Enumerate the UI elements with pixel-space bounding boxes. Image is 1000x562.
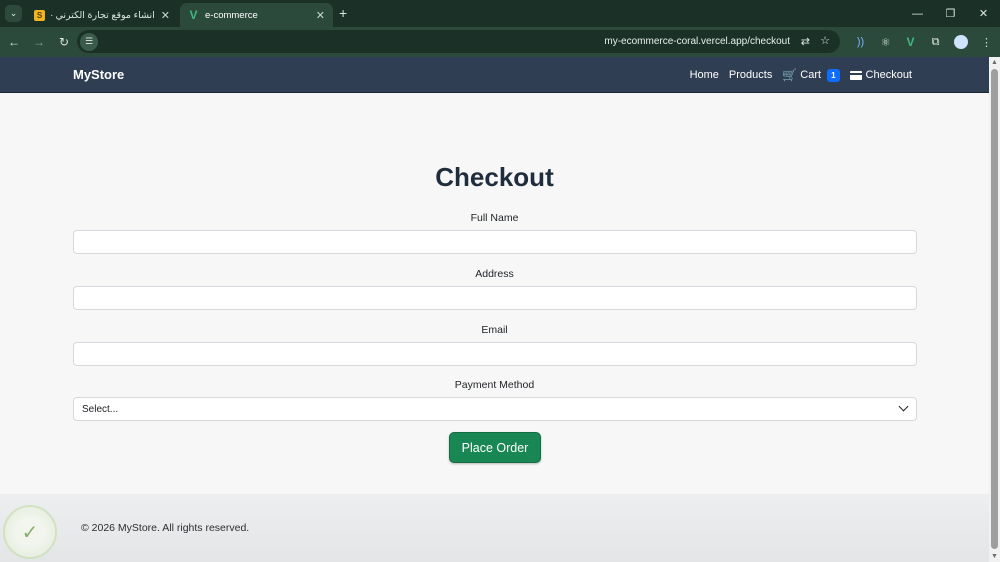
chevron-down-icon: [898, 401, 909, 412]
audio-extension-icon[interactable]: )): [848, 36, 873, 48]
reload-icon[interactable]: ↻: [53, 31, 75, 53]
credit-card-icon: [849, 70, 862, 80]
scroll-down-icon[interactable]: ▼: [991, 553, 998, 560]
nav-link-cart[interactable]: 🛒 Cart 1: [782, 68, 840, 82]
email-input[interactable]: [73, 342, 917, 366]
browser-tab-strip: ⌄ S انشاء موقع تجارة الكترني - حمسا ✕ V …: [0, 0, 1000, 27]
address-bar[interactable]: ☰ my-ecommerce-coral.vercel.app/checkout…: [77, 30, 840, 53]
payment-method-select[interactable]: Select...: [73, 397, 917, 421]
scroll-up-icon[interactable]: ▲: [991, 59, 998, 66]
page-title: Checkout: [435, 162, 554, 192]
restore-icon[interactable]: ❐: [934, 0, 967, 27]
tab-title: انشاء موقع تجارة الكترني - حمسا: [51, 9, 155, 21]
cart-icon: 🛒: [782, 68, 798, 82]
window-controls: — ❐ ✕: [901, 0, 1000, 27]
brand-logo[interactable]: MyStore: [73, 67, 124, 82]
payment-method-label: Payment Method: [454, 379, 535, 391]
close-icon[interactable]: ✕: [161, 9, 170, 22]
site-navbar: MyStore Home Products 🛒 Cart 1 Checkout: [0, 57, 989, 93]
full-name-label: Full Name: [470, 212, 519, 224]
react-devtools-icon[interactable]: ⚛: [873, 36, 898, 49]
extensions-puzzle-icon[interactable]: ⧉: [923, 36, 948, 49]
scrollbar-thumb[interactable]: [991, 69, 998, 549]
page-scrollbar[interactable]: ▲ ▼: [989, 57, 1000, 562]
close-icon[interactable]: ✕: [316, 9, 325, 22]
nav-link-checkout-label: Checkout: [865, 69, 912, 81]
vue-favicon-icon: V: [189, 8, 198, 22]
nav-link-cart-label: Cart: [800, 69, 822, 81]
extensions-area: )) ⚛ V ⧉ ⋮: [848, 27, 999, 57]
copyright-text: © 2026 MyStore. All rights reserved.: [81, 522, 250, 534]
address-label: Address: [475, 268, 514, 280]
vue-devtools-icon[interactable]: V: [898, 35, 923, 49]
payment-method-value: Select...: [82, 404, 119, 415]
page-viewport: MyStore Home Products 🛒 Cart 1 Checkout …: [0, 57, 989, 562]
back-icon[interactable]: ←: [3, 31, 25, 53]
browser-toolbar: ← → ↻ ☰ my-ecommerce-coral.vercel.app/ch…: [0, 27, 1000, 57]
tab-favicon-icon: S: [34, 9, 45, 21]
url-text[interactable]: my-ecommerce-coral.vercel.app/checkout: [604, 36, 790, 47]
browser-tab-2[interactable]: V e-commerce ✕: [180, 3, 333, 27]
browser-menu-icon[interactable]: ⋮: [974, 36, 999, 49]
minimize-icon[interactable]: —: [901, 0, 934, 27]
address-input[interactable]: [73, 286, 917, 310]
tab-title: e-commerce: [205, 9, 258, 21]
watermark-logo-icon: ✓: [3, 505, 57, 559]
nav-link-products[interactable]: Products: [729, 69, 772, 81]
email-label: Email: [481, 324, 508, 336]
full-name-input[interactable]: [73, 230, 917, 254]
nav-link-checkout[interactable]: Checkout: [849, 69, 912, 81]
place-order-button[interactable]: Place Order: [449, 432, 541, 463]
tab-search-icon[interactable]: ⌄: [5, 5, 22, 22]
profile-avatar-icon[interactable]: [954, 35, 968, 49]
translate-icon[interactable]: ⇄: [801, 35, 810, 48]
site-info-icon[interactable]: ☰: [80, 32, 98, 51]
bookmark-star-icon[interactable]: ☆: [820, 34, 830, 47]
nav-links: Home Products 🛒 Cart 1 Checkout: [680, 57, 912, 93]
site-footer: © 2026 MyStore. All rights reserved.: [0, 494, 989, 562]
nav-link-home[interactable]: Home: [690, 69, 719, 81]
forward-icon[interactable]: →: [28, 31, 50, 53]
cart-count-badge: 1: [827, 68, 840, 82]
browser-tab-1[interactable]: S انشاء موقع تجارة الكترني - حمسا ✕: [26, 3, 178, 27]
new-tab-button[interactable]: +: [339, 5, 347, 21]
close-window-icon[interactable]: ✕: [967, 0, 1000, 27]
